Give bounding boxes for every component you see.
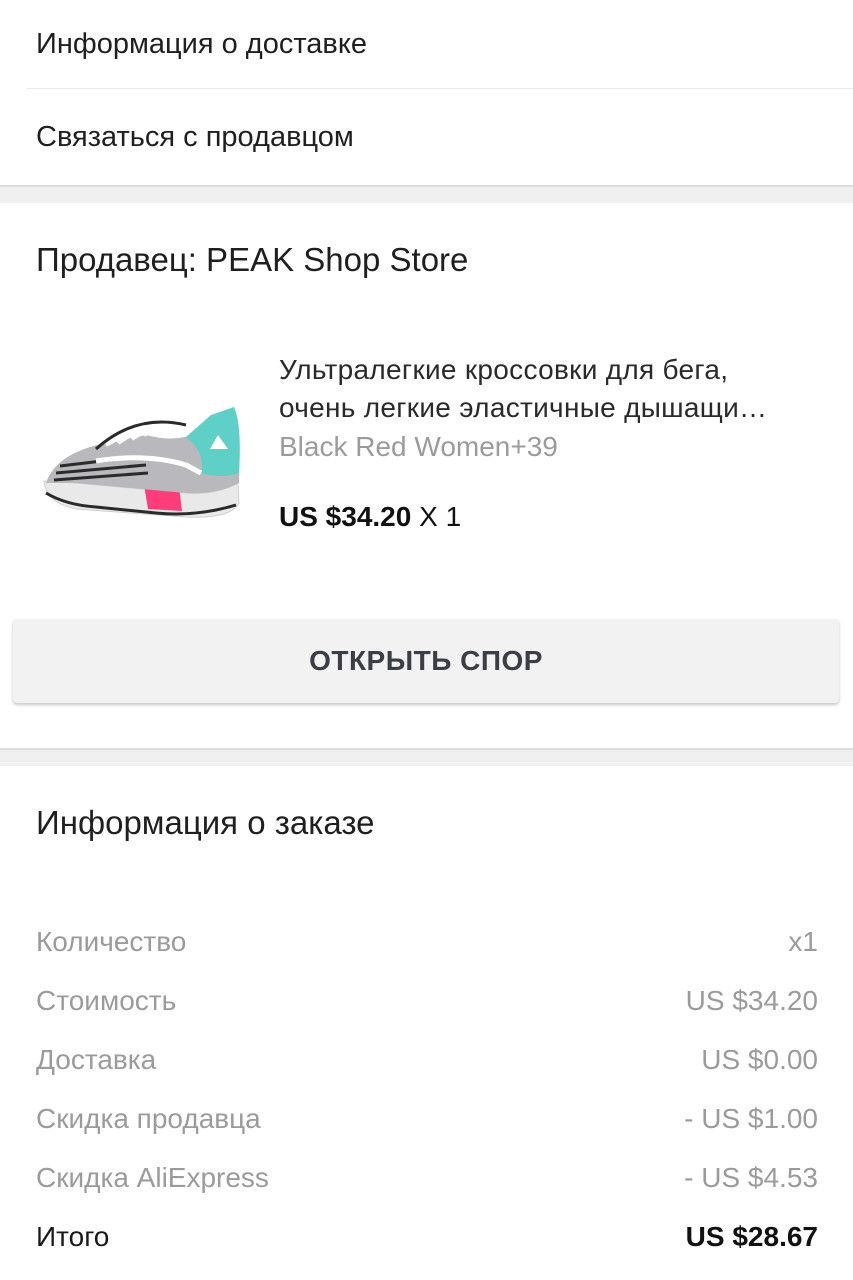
order-info-title: Информация о заказе xyxy=(36,804,375,841)
row-label: Стоимость xyxy=(36,984,177,1016)
open-dispute-button[interactable]: ОТКРЫТЬ СПОР xyxy=(13,619,839,703)
order-row-shipping: Доставка US $0.00 xyxy=(36,1030,818,1089)
delivery-info-item[interactable]: Информация о доставке xyxy=(26,0,853,89)
product-price: US $34.20 X 1 xyxy=(279,501,461,533)
order-row-cost: Стоимость US $34.20 xyxy=(36,971,818,1030)
order-row-seller-discount: Скидка продавца - US $1.00 xyxy=(36,1089,818,1148)
row-label: Количество xyxy=(36,925,187,957)
sneaker-icon xyxy=(43,407,240,518)
total-value: US $28.67 xyxy=(685,1220,818,1252)
order-row-total: Итого US $28.67 xyxy=(36,1207,818,1266)
contact-seller-item[interactable]: Связаться с продавцом xyxy=(26,89,853,185)
row-value: x1 xyxy=(788,925,818,957)
row-value: US $34.20 xyxy=(685,984,818,1016)
section-divider xyxy=(0,187,853,203)
order-info-section: Информация о заказе Количество x1 Стоимо… xyxy=(0,766,853,1280)
row-label: Скидка продавца xyxy=(36,1102,261,1134)
order-row-aliexpress-discount: Скидка AliExpress - US $4.53 xyxy=(36,1148,818,1207)
product-title[interactable]: Ультралегкие кроссовки для бега, очень л… xyxy=(279,351,824,427)
quantity-value: X 1 xyxy=(419,501,462,532)
order-row-quantity: Количество x1 xyxy=(36,912,818,971)
row-value: - US $4.53 xyxy=(684,1161,818,1193)
row-label: Скидка AliExpress xyxy=(36,1161,269,1193)
product-title-line1: Ультралегкие кроссовки для бега, xyxy=(279,354,729,385)
order-summary: Количество x1 Стоимость US $34.20 Достав… xyxy=(36,912,818,1266)
product-variant: Black Red Women+39 xyxy=(279,431,558,462)
section-divider xyxy=(0,750,853,766)
row-value: US $0.00 xyxy=(701,1043,818,1075)
row-label: Доставка xyxy=(36,1043,157,1075)
row-label: Итого xyxy=(36,1220,110,1252)
sneaker-image[interactable] xyxy=(36,333,248,563)
product-card[interactable]: Ультралегкие кроссовки для бега, очень л… xyxy=(0,333,853,573)
row-value: - US $1.00 xyxy=(684,1102,818,1134)
menu-section: Информация о доставке Связаться с продав… xyxy=(0,0,853,187)
product-title-line2: очень легкие эластичные дышащи… xyxy=(279,392,768,423)
price-value: US $34.20 xyxy=(279,501,412,532)
seller-name[interactable]: Продавец: PEAK Shop Store xyxy=(36,241,468,279)
seller-section: Продавец: PEAK Shop Store Ультралегкие к… xyxy=(0,203,853,750)
